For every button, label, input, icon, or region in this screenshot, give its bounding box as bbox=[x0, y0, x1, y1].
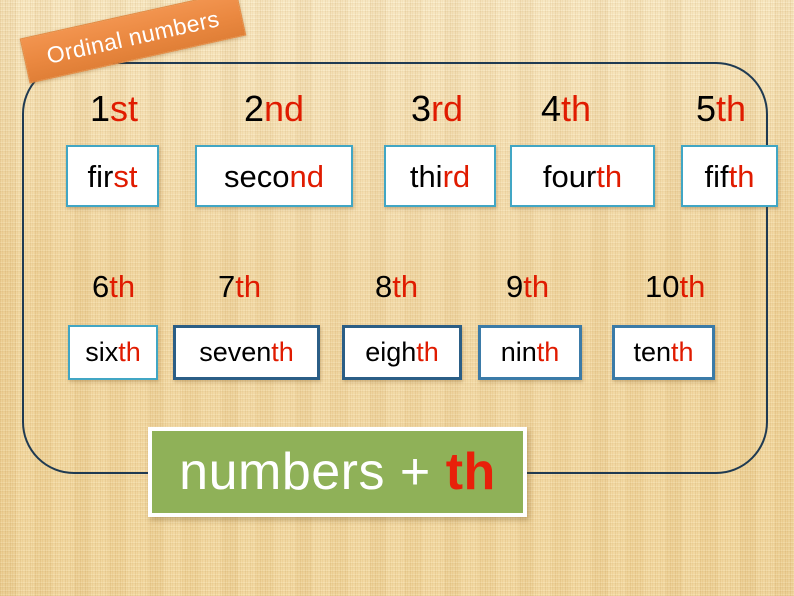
word-suffix: th bbox=[271, 337, 294, 367]
word-label: second bbox=[224, 161, 324, 192]
word-suffix: rd bbox=[442, 158, 471, 194]
rule-label: numbers + th bbox=[179, 446, 496, 498]
numeral-7th: 7th bbox=[218, 271, 261, 302]
word-base: thi bbox=[409, 158, 443, 194]
numeral-1st: 1st bbox=[90, 91, 138, 127]
numeral-suffix: th bbox=[679, 269, 706, 304]
word-suffix: th bbox=[671, 337, 694, 367]
word-card-sixth[interactable]: sixth bbox=[68, 325, 158, 380]
numeral-3rd: 3rd bbox=[411, 91, 463, 127]
slide-canvas: Ordinal numbers 1st 2nd 3rd 4th 5th firs… bbox=[0, 0, 794, 596]
numeral-base: 8 bbox=[375, 269, 393, 304]
word-suffix: th bbox=[118, 337, 141, 367]
word-label: eighth bbox=[365, 339, 439, 366]
word-label: third bbox=[410, 161, 470, 192]
word-base: fir bbox=[87, 158, 114, 194]
word-base: eigh bbox=[365, 337, 417, 367]
word-base: fif bbox=[704, 158, 729, 194]
numeral-base: 7 bbox=[218, 269, 236, 304]
word-base: seco bbox=[224, 158, 290, 194]
word-card-seventh[interactable]: seventh bbox=[173, 325, 320, 380]
word-suffix: nd bbox=[289, 158, 324, 194]
word-card-third[interactable]: third bbox=[384, 145, 496, 207]
numeral-4th: 4th bbox=[541, 91, 591, 127]
numeral-suffix: th bbox=[109, 269, 136, 304]
numeral-base: 3 bbox=[411, 88, 432, 129]
numeral-suffix: rd bbox=[431, 88, 464, 129]
numeral-suffix: th bbox=[235, 269, 262, 304]
numeral-suffix: th bbox=[392, 269, 419, 304]
word-base: nin bbox=[500, 337, 537, 367]
word-suffix: th bbox=[596, 158, 623, 194]
numeral-base: 2 bbox=[244, 88, 265, 129]
word-suffix: th bbox=[416, 337, 439, 367]
word-label: ninth bbox=[501, 339, 560, 366]
numeral-9th: 9th bbox=[506, 271, 549, 302]
word-label: tenth bbox=[633, 339, 693, 366]
word-card-first[interactable]: first bbox=[66, 145, 159, 207]
numeral-base: 10 bbox=[645, 269, 680, 304]
word-base: four bbox=[542, 158, 597, 194]
numeral-suffix: th bbox=[716, 88, 747, 129]
word-label: sixth bbox=[85, 339, 141, 366]
word-label: fifth bbox=[705, 161, 755, 192]
word-card-eighth[interactable]: eighth bbox=[342, 325, 462, 380]
numeral-base: 1 bbox=[90, 88, 111, 129]
word-suffix: st bbox=[113, 158, 138, 194]
word-card-second[interactable]: second bbox=[195, 145, 353, 207]
word-card-tenth[interactable]: tenth bbox=[612, 325, 715, 380]
word-label: first bbox=[88, 161, 138, 192]
rule-base: numbers + bbox=[179, 443, 446, 501]
word-label: fourth bbox=[543, 161, 622, 192]
word-card-fourth[interactable]: fourth bbox=[510, 145, 655, 207]
numeral-10th: 10th bbox=[645, 271, 705, 302]
rule-suffix: th bbox=[445, 443, 496, 501]
rule-banner: numbers + th bbox=[148, 427, 527, 517]
numeral-base: 6 bbox=[92, 269, 110, 304]
numeral-base: 5 bbox=[696, 88, 717, 129]
numeral-5th: 5th bbox=[696, 91, 746, 127]
word-card-ninth[interactable]: ninth bbox=[478, 325, 582, 380]
numeral-suffix: nd bbox=[264, 88, 305, 129]
word-base: seven bbox=[199, 337, 272, 367]
numeral-suffix: th bbox=[523, 269, 550, 304]
word-card-fifth[interactable]: fifth bbox=[681, 145, 778, 207]
word-base: six bbox=[85, 337, 119, 367]
numeral-2nd: 2nd bbox=[244, 91, 304, 127]
word-suffix: th bbox=[536, 337, 560, 367]
numeral-6th: 6th bbox=[92, 271, 135, 302]
numeral-8th: 8th bbox=[375, 271, 418, 302]
word-suffix: th bbox=[728, 158, 755, 194]
numeral-base: 9 bbox=[506, 269, 524, 304]
numeral-suffix: st bbox=[110, 88, 139, 129]
word-base: ten bbox=[633, 337, 671, 367]
numeral-base: 4 bbox=[541, 88, 562, 129]
word-label: seventh bbox=[199, 339, 294, 366]
numeral-suffix: th bbox=[561, 88, 592, 129]
